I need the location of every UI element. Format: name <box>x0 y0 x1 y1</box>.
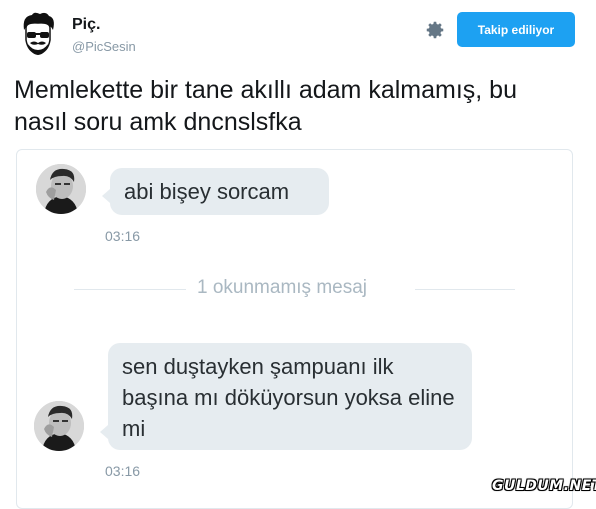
author-avatar[interactable] <box>14 10 62 58</box>
following-button[interactable]: Takip ediliyor <box>457 12 575 47</box>
author-name[interactable]: Piç. <box>72 16 100 34</box>
message-time: 03:16 <box>105 463 141 479</box>
tweet-text: Memlekette bir tane akıllı adam kalmamış… <box>14 76 517 136</box>
chat-avatar <box>34 401 84 451</box>
person-photo-icon <box>34 401 84 451</box>
divider-line <box>415 289 515 290</box>
bubble-tail <box>100 425 108 439</box>
divider-line <box>74 289 186 290</box>
tweet-media[interactable]: abi bişey sorcam 03:16 1 okunmamış mesaj… <box>16 149 573 509</box>
hipster-avatar-icon <box>23 12 54 55</box>
person-photo-icon <box>36 164 86 214</box>
site-watermark: GULDUM.NET <box>492 478 596 494</box>
gear-icon[interactable] <box>424 19 446 41</box>
chat-message-bubble: abi bişey sorcam <box>110 168 329 215</box>
chat-avatar <box>36 164 86 214</box>
chat-message-bubble: sen duştayken şampuanı ilk başına mı dök… <box>108 343 472 450</box>
author-handle[interactable]: @PicSesin <box>72 39 136 54</box>
bubble-tail <box>102 189 110 203</box>
message-time: 03:16 <box>105 228 141 244</box>
unread-divider-label: 1 okunmamış mesaj <box>197 277 368 298</box>
